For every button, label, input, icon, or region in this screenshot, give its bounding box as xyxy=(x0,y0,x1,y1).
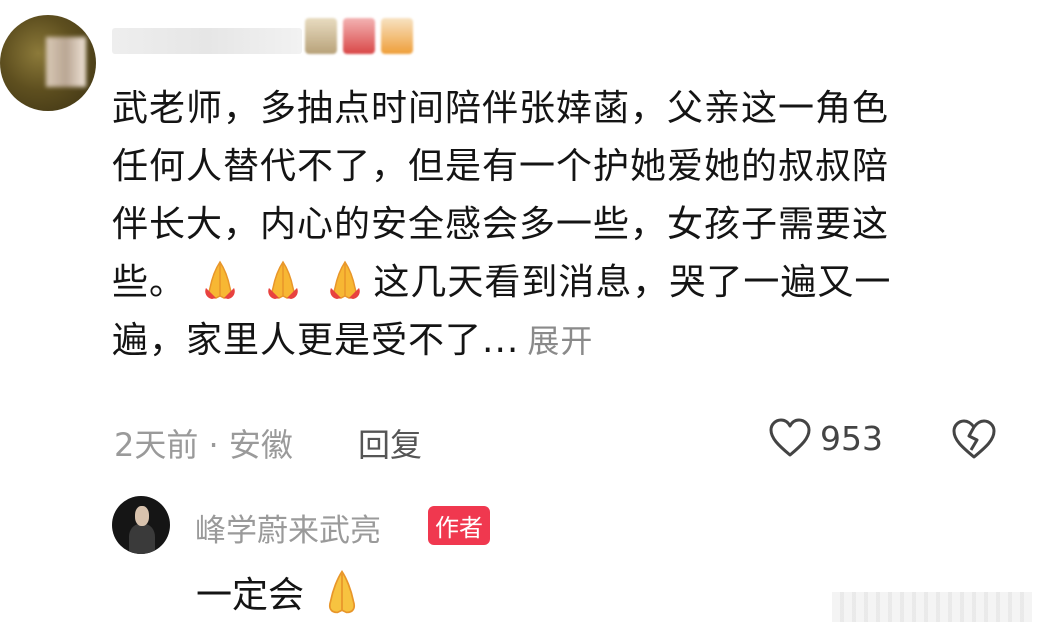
author-badge: 作者 xyxy=(428,506,490,545)
comment-line: 武老师，多抽点时间陪伴张婞菡，父亲这一角色 xyxy=(112,88,890,129)
reply-button[interactable]: 回复 xyxy=(358,420,422,466)
avatar-face xyxy=(135,506,149,526)
comment-line: 伴长大，内心的安全感会多一些，女孩子需要这 xyxy=(112,204,890,245)
heart-outline-icon[interactable] xyxy=(768,418,812,458)
folded-hands-icon xyxy=(268,260,298,299)
folded-hands-icon xyxy=(330,260,361,299)
folded-hands-icon xyxy=(205,260,236,299)
badge-row xyxy=(305,18,413,54)
author-name[interactable]: 峰学蔚来武亮 xyxy=(195,505,381,550)
avatar-figure xyxy=(129,524,155,554)
like-button[interactable]: 953 xyxy=(768,418,883,458)
comment-line-prefix: 些。 xyxy=(112,262,187,303)
like-count: 953 xyxy=(820,418,883,458)
comment-line: 遍，家里人更是受不了... 展开 xyxy=(112,312,992,370)
comment-line: 任何人替代不了，但是有一个护她爱她的叔叔陪 xyxy=(112,146,890,187)
badge-icon xyxy=(343,18,375,54)
commenter-avatar[interactable] xyxy=(0,15,96,111)
badge-icon xyxy=(381,18,413,54)
folded-hands-icon xyxy=(329,570,356,614)
author-reply-text: 一定会 xyxy=(196,566,375,618)
comment-body: 武老师，多抽点时间陪伴张婞菡，父亲这一角色 任何人替代不了，但是有一个护她爱她的… xyxy=(112,80,992,370)
comment-meta: 2天前 · 安徽 xyxy=(114,420,293,466)
author-reply-body: 一定会 xyxy=(196,575,305,616)
watermark xyxy=(832,592,1032,622)
expand-link[interactable]: 展开 xyxy=(527,322,593,360)
badge-icon xyxy=(305,18,337,54)
comment-line: 些。 这几天看到消息，哭了一遍又一 xyxy=(112,254,992,312)
author-avatar[interactable] xyxy=(112,496,170,554)
comment-line-suffix: 这几天看到消息，哭了一遍又一 xyxy=(373,262,892,303)
time-location: 2天前 · 安徽 xyxy=(114,426,293,464)
broken-heart-icon[interactable] xyxy=(950,418,998,460)
dislike-button[interactable] xyxy=(950,418,998,464)
avatar-blur-mask xyxy=(46,37,86,87)
commenter-name-blurred[interactable] xyxy=(112,28,302,54)
comment-line-text: 遍，家里人更是受不了... xyxy=(112,320,520,361)
